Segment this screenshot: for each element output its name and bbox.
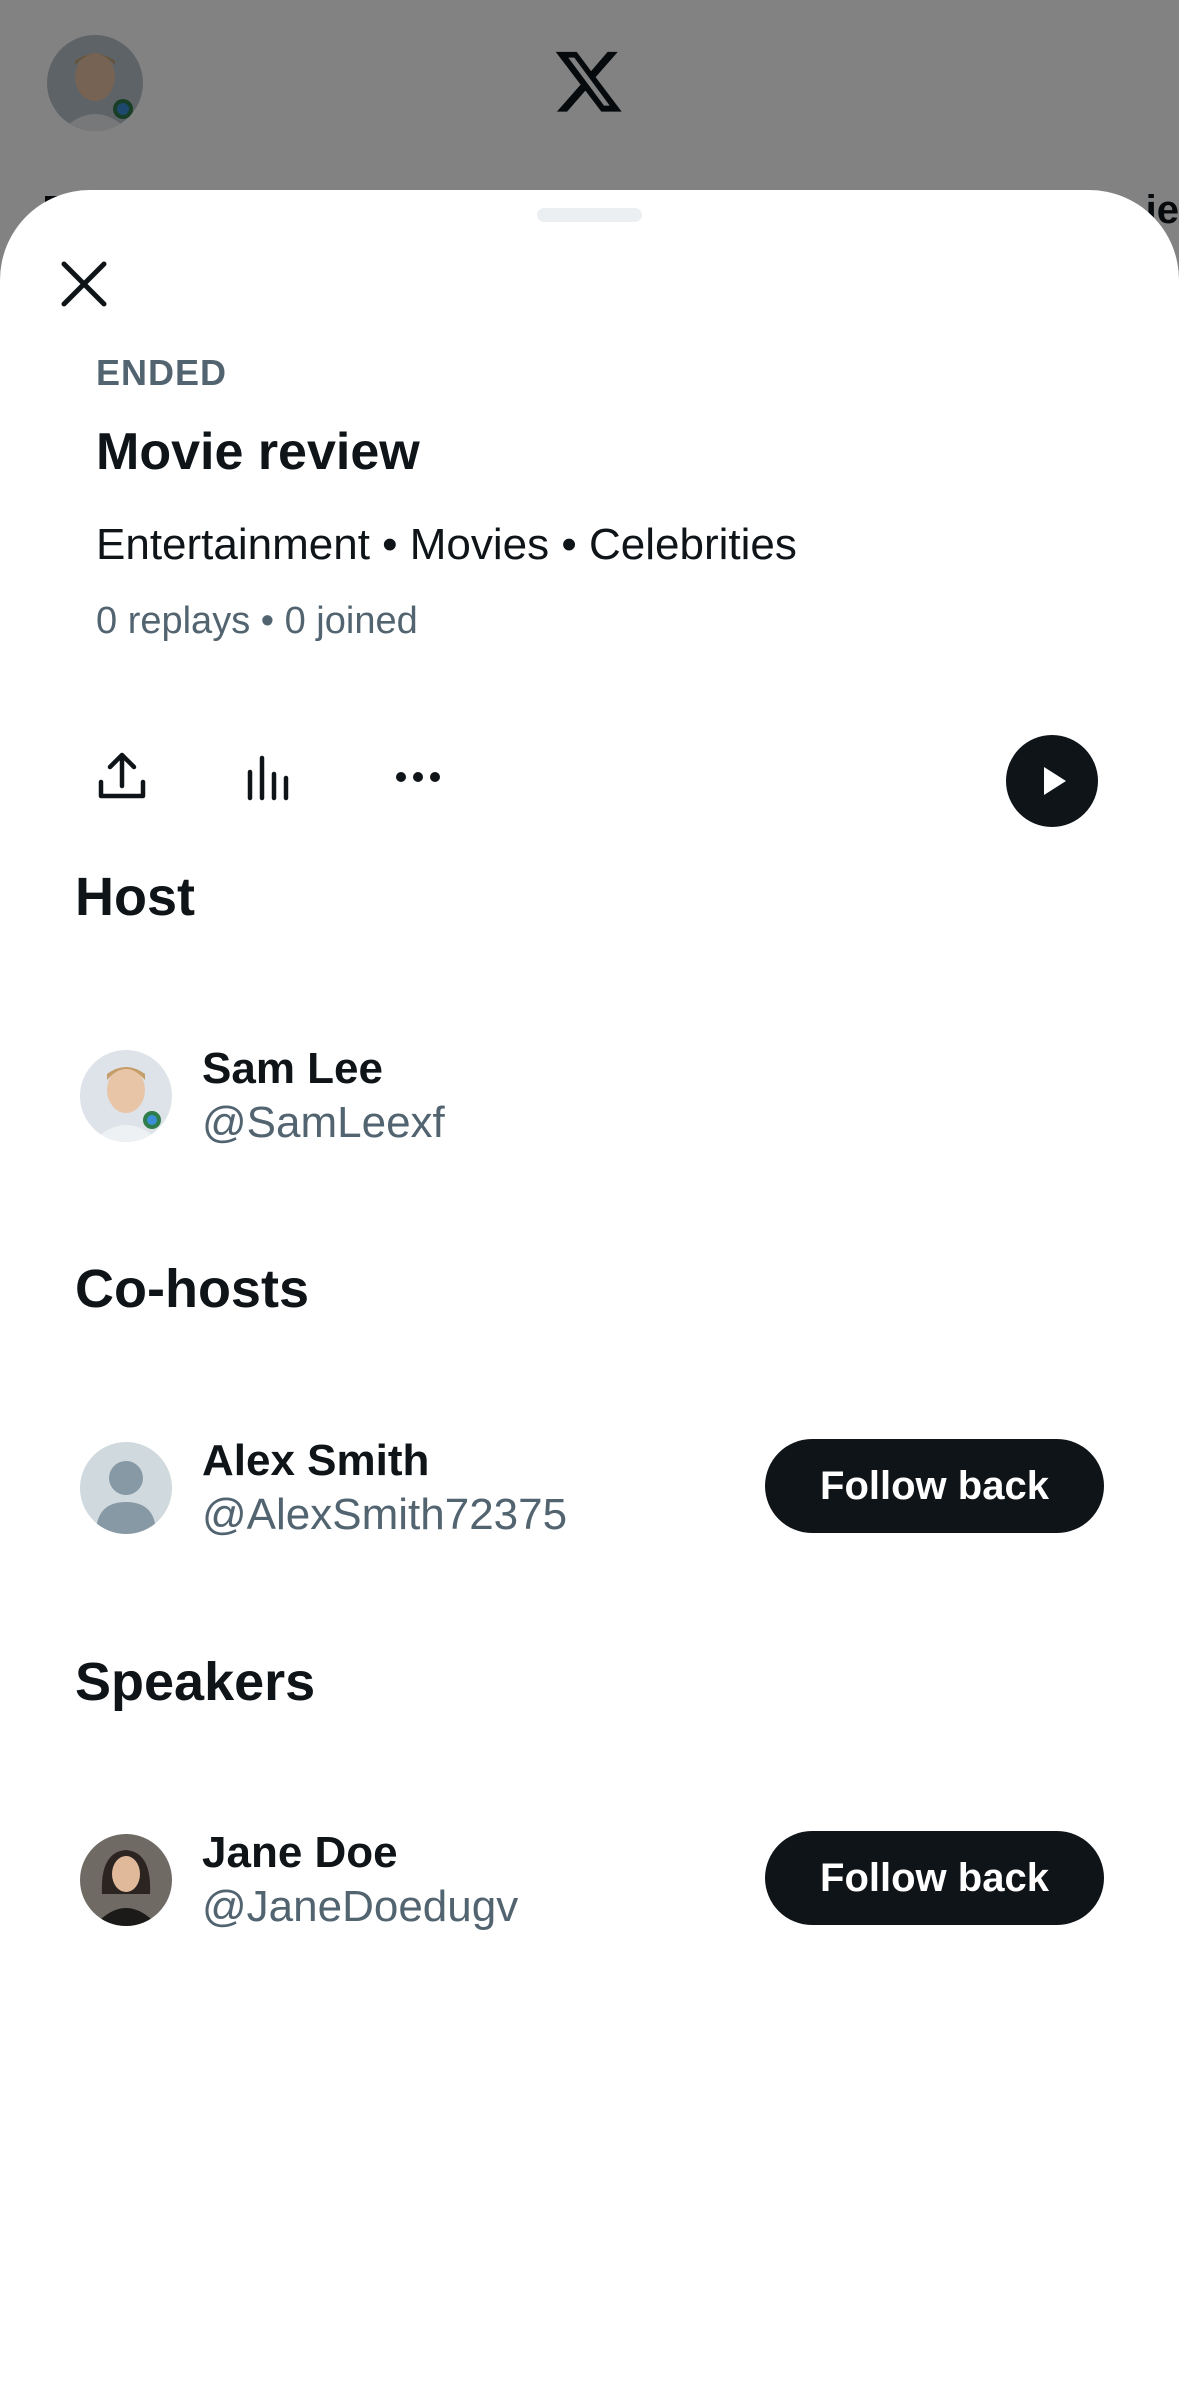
cohost-row[interactable]: Alex Smith @AlexSmith72375 Follow back	[0, 1436, 1179, 1546]
follow-back-button[interactable]: Follow back	[765, 1831, 1104, 1925]
host-name: Sam Lee	[202, 1044, 383, 1093]
space-title: Movie review	[96, 423, 420, 481]
default-avatar[interactable]	[80, 1442, 172, 1534]
more-icon	[396, 772, 440, 782]
host-handle: @SamLeexf	[202, 1098, 445, 1147]
play-recording-button[interactable]	[1006, 735, 1098, 827]
cohosts-section-title: Co-hosts	[75, 1259, 309, 1319]
host-section-title: Host	[75, 867, 195, 927]
speaker-handle: @JaneDoedugv	[202, 1882, 519, 1931]
play-icon	[1044, 767, 1066, 795]
share-icon	[98, 752, 146, 799]
speakers-section-title: Speakers	[75, 1652, 316, 1712]
space-details-sheet: ENDED Movie review Entertainment • Movie…	[0, 190, 1179, 2396]
close-icon	[61, 261, 107, 307]
follow-back-button[interactable]: Follow back	[765, 1439, 1104, 1533]
avatar[interactable]	[80, 1050, 172, 1142]
sheet-grabber-handle[interactable]	[537, 208, 642, 222]
more-options-button[interactable]	[386, 745, 450, 809]
analytics-button[interactable]	[238, 745, 302, 809]
speaker-name: Jane Doe	[202, 1828, 398, 1877]
space-topics: Entertainment • Movies • Celebrities	[96, 520, 797, 569]
avatar[interactable]	[80, 1834, 172, 1926]
close-button[interactable]	[45, 245, 123, 323]
analytics-icon	[247, 755, 289, 801]
speaker-row[interactable]: Jane Doe @JaneDoedugv Follow back	[0, 1828, 1179, 1938]
space-status-label: ENDED	[96, 352, 228, 393]
host-row[interactable]: Sam Lee @SamLeexf	[0, 1044, 1179, 1154]
cohost-name: Alex Smith	[202, 1436, 430, 1485]
cohost-handle: @AlexSmith72375	[202, 1490, 568, 1539]
share-button[interactable]	[90, 745, 154, 809]
space-stats: 0 replays • 0 joined	[96, 600, 418, 642]
